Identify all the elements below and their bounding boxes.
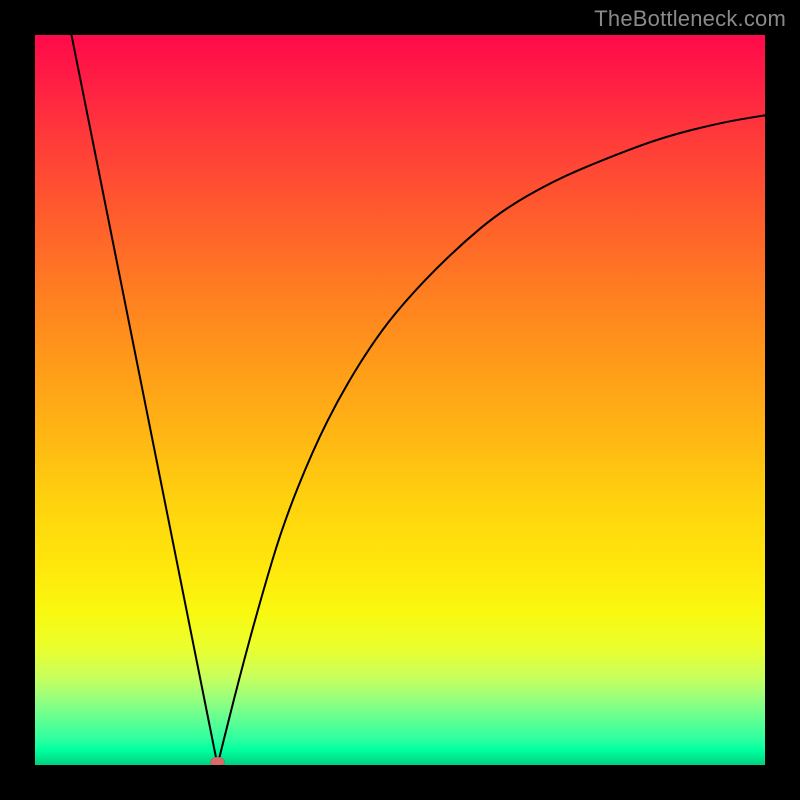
chart-frame: TheBottleneck.com (0, 0, 800, 800)
curve-layer (35, 35, 765, 765)
plot-area (35, 35, 765, 765)
watermark-text: TheBottleneck.com (594, 6, 786, 32)
bottleneck-curve (72, 35, 766, 765)
minimum-marker (211, 757, 225, 765)
